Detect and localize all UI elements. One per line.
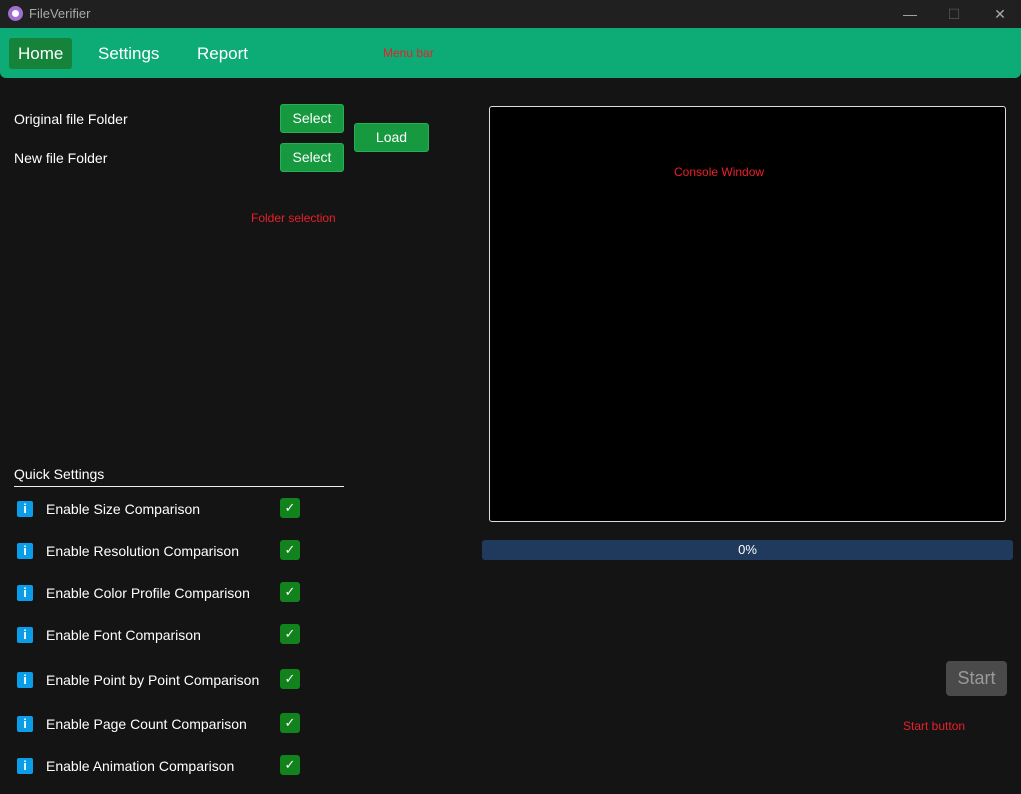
quick-setting-label: Enable Animation Comparison (46, 758, 235, 774)
select-original-button[interactable]: Select (280, 104, 344, 133)
original-folder-label: Original file Folder (14, 111, 128, 127)
new-folder-label: New file Folder (14, 150, 108, 166)
enable-checkbox[interactable]: ✓ (280, 713, 300, 733)
quick-setting-label: Enable Color Profile Comparison (46, 585, 250, 601)
window-title: FileVerifier (29, 6, 91, 21)
select-new-button[interactable]: Select (280, 143, 344, 172)
enable-checkbox[interactable]: ✓ (280, 624, 300, 644)
quick-setting-label: Enable Font Comparison (46, 627, 201, 643)
info-icon[interactable]: i (17, 543, 33, 559)
menu-home[interactable]: Home (9, 38, 73, 69)
folder-selection-annotation: Folder selection (251, 211, 336, 225)
progress-text: 0% (738, 542, 757, 557)
title-bar: FileVerifier — ☐ ✕ (0, 0, 1021, 28)
minimize-button[interactable]: — (900, 4, 920, 24)
console-window: Console Window (489, 106, 1006, 522)
quick-setting-label: Enable Page Count Comparison (46, 716, 247, 732)
quick-settings-title: Quick Settings (14, 466, 105, 482)
start-annotation: Start button (903, 719, 966, 733)
enable-checkbox[interactable]: ✓ (280, 540, 300, 560)
divider (14, 486, 344, 487)
menu-report[interactable]: Report (188, 38, 257, 69)
quick-setting-row: i Enable Page Count Comparison ✓ (0, 713, 350, 735)
quick-setting-label: Enable Size Comparison (46, 501, 201, 517)
info-icon[interactable]: i (17, 585, 33, 601)
console-annotation: Console Window (674, 165, 765, 179)
quick-setting-row: i Enable Animation Comparison ✓ (0, 755, 350, 777)
menu-bar-annotation: Menu bar (383, 46, 434, 60)
menu-settings[interactable]: Settings (89, 38, 168, 69)
enable-checkbox[interactable]: ✓ (280, 582, 300, 602)
progress-bar: 0% (482, 540, 1013, 560)
enable-checkbox[interactable]: ✓ (280, 669, 300, 689)
info-icon[interactable]: i (17, 716, 33, 732)
load-button[interactable]: Load (354, 123, 429, 152)
close-button[interactable]: ✕ (990, 4, 1010, 24)
enable-checkbox[interactable]: ✓ (280, 755, 300, 775)
info-icon[interactable]: i (17, 758, 33, 774)
info-icon[interactable]: i (17, 672, 33, 688)
quick-setting-label: Enable Resolution Comparison (46, 543, 239, 559)
quick-setting-row: i Enable Point by Point Comparison ✓ (0, 669, 350, 691)
maximize-button[interactable]: ☐ (944, 4, 964, 24)
quick-setting-row: i Enable Color Profile Comparison ✓ (0, 582, 350, 604)
menu-bar: Home Settings Report Menu bar (0, 28, 1021, 78)
quick-setting-label: Enable Point by Point Comparison (46, 672, 260, 688)
enable-checkbox[interactable]: ✓ (280, 498, 300, 518)
info-icon[interactable]: i (17, 501, 33, 517)
quick-setting-row: i Enable Size Comparison ✓ (0, 498, 350, 520)
quick-setting-row: i Enable Resolution Comparison ✓ (0, 540, 350, 562)
start-button[interactable]: Start (946, 661, 1007, 696)
quick-setting-row: i Enable Font Comparison ✓ (0, 624, 350, 646)
app-logo-icon (8, 6, 23, 21)
info-icon[interactable]: i (17, 627, 33, 643)
